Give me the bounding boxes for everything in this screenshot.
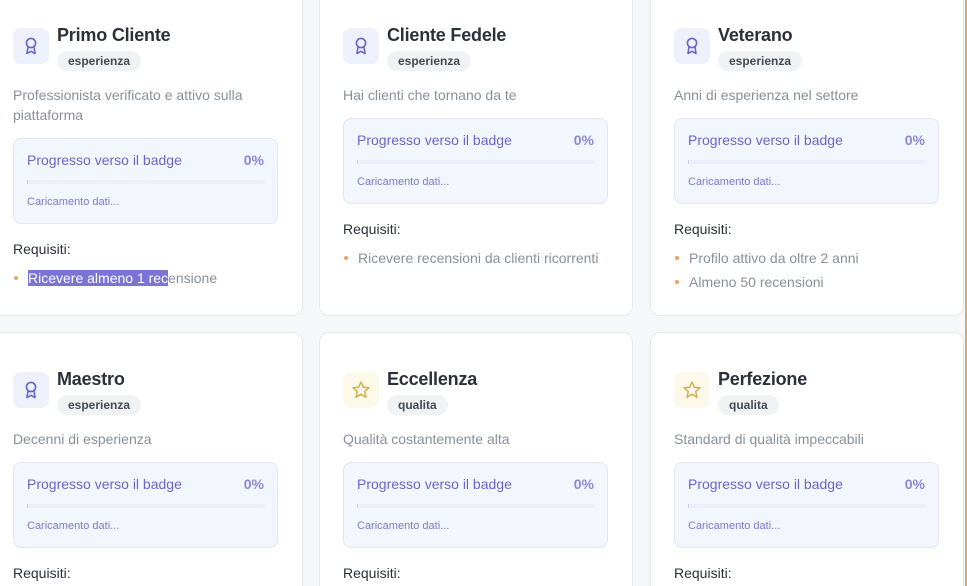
progress-percent: 0% (243, 476, 264, 492)
badge-description: Hai clienti che tornano da te (343, 87, 517, 103)
badge-card-veterano[interactable]: Veterano esperienza Anni di esperienza n… (650, 0, 964, 316)
progress-label: Progresso verso il badge (688, 476, 843, 492)
badge-progress-panel: Progresso verso il badge 0% Caricamento … (13, 138, 278, 224)
badge-card-maestro[interactable]: Maestro esperienza Decenni di esperienza… (0, 332, 303, 586)
badge-progress-panel: Progresso verso il badge 0% Caricamento … (13, 462, 278, 548)
requirement-item: Ricevere almeno 1 recensione (13, 268, 283, 288)
selected-text[interactable]: Ricevere almeno 1 rec (28, 270, 169, 286)
requirements-title: Requisiti: (674, 565, 732, 581)
award-ribbon-icon (13, 28, 49, 64)
progress-loading-text: Caricamento dati... (688, 176, 781, 188)
badge-progress-panel: Progresso verso il badge 0% Caricamento … (343, 118, 608, 204)
badge-description: Standard di qualità impeccabili (674, 431, 864, 447)
progress-percent: 0% (573, 132, 594, 148)
badge-card-eccellenza[interactable]: Eccellenza qualita Qualità costantemente… (319, 332, 633, 586)
requirement-item: Ricevere recensioni da clienti ricorrent… (343, 248, 613, 268)
badge-card-primo-cliente[interactable]: Primo Cliente esperienza Professionista … (0, 0, 303, 316)
requirements-title: Requisiti: (343, 221, 401, 237)
progress-bar (688, 160, 926, 164)
progress-bar-fill (27, 180, 28, 184)
progress-loading-text: Caricamento dati... (357, 176, 450, 188)
progress-bar-fill (688, 160, 689, 164)
badge-description: Decenni di esperienza (13, 431, 152, 447)
progress-bar (27, 180, 265, 184)
requirements-title: Requisiti: (674, 221, 732, 237)
badge-card-cliente-fedele[interactable]: Cliente Fedele esperienza Hai clienti ch… (319, 0, 633, 316)
requirements-title: Requisiti: (13, 241, 71, 257)
award-ribbon-icon (674, 28, 710, 64)
requirements-title: Requisiti: (13, 565, 71, 581)
progress-percent: 0% (904, 132, 925, 148)
progress-loading-text: Caricamento dati... (27, 196, 120, 208)
badge-title: Veterano (718, 25, 793, 45)
progress-label: Progresso verso il badge (688, 132, 843, 148)
progress-bar (357, 160, 595, 164)
progress-label: Progresso verso il badge (27, 476, 182, 492)
award-ribbon-icon (13, 372, 49, 408)
badge-card-perfezione[interactable]: Perfezione qualita Standard di qualità i… (650, 332, 964, 586)
badge-title: Cliente Fedele (387, 25, 507, 45)
progress-loading-text: Caricamento dati... (688, 520, 781, 532)
award-ribbon-icon (343, 28, 379, 64)
badge-description: Qualità costantemente alta (343, 431, 510, 447)
badge-category-tag: esperienza (387, 51, 472, 71)
badge-card-header: Cliente Fedele esperienza (343, 24, 506, 71)
progress-bar-fill (27, 504, 28, 508)
badge-title: Primo Cliente (57, 25, 171, 45)
badge-title: Perfezione (718, 369, 808, 389)
badge-card-header: Perfezione qualita (674, 368, 807, 415)
badge-category-tag: esperienza (718, 51, 803, 71)
requirements-list: Ricevere almeno 1 recensione (13, 268, 283, 292)
progress-loading-text: Caricamento dati... (27, 520, 120, 532)
requirements-title: Requisiti: (343, 565, 401, 581)
progress-percent: 0% (243, 152, 264, 168)
star-icon (674, 372, 710, 408)
progress-label: Progresso verso il badge (357, 132, 512, 148)
badge-description: Anni di esperienza nel settore (674, 87, 859, 103)
badge-progress-panel: Progresso verso il badge 0% Caricamento … (674, 462, 939, 548)
badge-card-header: Veterano esperienza (674, 24, 803, 71)
progress-bar-fill (688, 504, 689, 508)
badge-card-header: Eccellenza qualita (343, 368, 477, 415)
requirement-item: Almeno 50 recensioni (674, 272, 944, 292)
progress-percent: 0% (573, 476, 594, 492)
badge-progress-panel: Progresso verso il badge 0% Caricamento … (674, 118, 939, 204)
badge-category-tag: qualita (718, 395, 779, 415)
progress-label: Progresso verso il badge (27, 152, 182, 168)
badge-description: Professionista verificato e attivo sulla… (13, 87, 243, 123)
progress-bar-fill (357, 504, 358, 508)
progress-bar-fill (357, 160, 358, 164)
badge-category-tag: esperienza (57, 51, 142, 71)
badge-title: Maestro (57, 369, 125, 389)
progress-percent: 0% (904, 476, 925, 492)
progress-bar (688, 504, 926, 508)
progress-bar (357, 504, 595, 508)
progress-loading-text: Caricamento dati... (357, 520, 450, 532)
badge-card-header: Maestro esperienza (13, 368, 142, 415)
badge-card-header: Primo Cliente esperienza (13, 24, 171, 71)
progress-bar (27, 504, 265, 508)
requirements-list: Ricevere recensioni da clienti ricorrent… (343, 248, 613, 272)
badge-category-tag: qualita (387, 395, 448, 415)
badge-progress-panel: Progresso verso il badge 0% Caricamento … (343, 462, 608, 548)
requirements-list: Profilo attivo da oltre 2 anni Almeno 50… (674, 248, 944, 296)
badge-category-tag: esperienza (57, 395, 142, 415)
requirement-item: Profilo attivo da oltre 2 anni (674, 248, 944, 268)
unselected-text: ensione (168, 270, 218, 286)
progress-label: Progresso verso il badge (357, 476, 512, 492)
badge-title: Eccellenza (387, 369, 478, 389)
star-icon (343, 372, 379, 408)
